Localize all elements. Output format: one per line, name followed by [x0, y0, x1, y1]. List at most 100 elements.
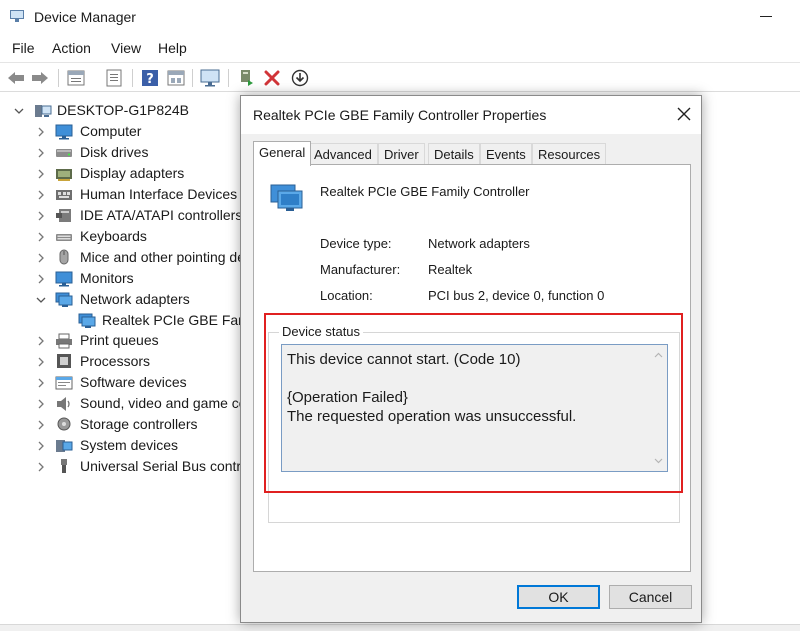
tree-item-hid[interactable]: Human Interface Devices	[0, 185, 244, 205]
status-line: The requested operation was unsuccessful…	[287, 408, 577, 425]
menu-action[interactable]: Action	[52, 40, 91, 56]
ide-controller-icon	[56, 209, 71, 222]
device-status-textbox[interactable]: This device cannot start. (Code 10) {Ope…	[281, 344, 668, 472]
chevron-right-icon[interactable]	[36, 336, 46, 346]
tree-item-ide-controllers[interactable]: IDE ATA/ATAPI controllers	[0, 206, 244, 226]
minimize-button[interactable]	[760, 16, 772, 17]
tree-item-display-adapters[interactable]: Display adapters	[0, 164, 244, 184]
chevron-right-icon[interactable]	[36, 378, 46, 388]
tree-item-label: Realtek PCIe GBE Famil	[102, 312, 244, 328]
svg-text:?: ?	[146, 72, 154, 87]
tree-item-software-devices[interactable]: Software devices	[0, 373, 244, 393]
monitor-icon[interactable]	[200, 68, 220, 88]
tree-item-label: Mice and other pointing de	[80, 249, 244, 265]
scroll-down-icon[interactable]	[654, 456, 663, 465]
chevron-right-icon[interactable]	[36, 274, 46, 284]
general-tab-panel: Realtek PCIe GBE Family Controller Devic…	[253, 164, 691, 572]
window-titlebar: Device Manager	[0, 0, 800, 34]
tree-item-computer[interactable]: Computer	[0, 122, 244, 142]
cancel-button[interactable]: Cancel	[609, 585, 692, 609]
chevron-right-icon[interactable]	[36, 232, 46, 242]
tree-item-disk-drives[interactable]: Disk drives	[0, 143, 244, 163]
tree-item-label: Network adapters	[80, 291, 190, 307]
chevron-right-icon[interactable]	[36, 148, 46, 158]
print-icon[interactable]	[104, 68, 124, 88]
chevron-right-icon[interactable]	[36, 420, 46, 430]
monitor-icon	[55, 271, 73, 287]
menu-view[interactable]: View	[111, 40, 141, 56]
location-value: PCI bus 2, device 0, function 0	[428, 288, 605, 303]
tree-item-label: Computer	[80, 123, 142, 139]
tree-item-print-queues[interactable]: Print queues	[0, 331, 244, 351]
tab-resources[interactable]: Resources	[532, 143, 607, 165]
status-line: This device cannot start. (Code 10)	[287, 351, 521, 368]
back-icon[interactable]	[6, 68, 26, 88]
menu-file[interactable]: File	[12, 40, 35, 56]
tree-item-mice[interactable]: Mice and other pointing de	[0, 248, 244, 268]
status-line: {Operation Failed}	[287, 389, 408, 406]
view-icon[interactable]	[166, 68, 186, 88]
update-driver-icon[interactable]	[236, 68, 256, 88]
tree-item-label: Print queues	[80, 332, 159, 348]
chevron-right-icon[interactable]	[36, 211, 46, 221]
disk-drive-icon	[56, 149, 72, 157]
chevron-down-icon[interactable]	[14, 106, 24, 116]
download-icon[interactable]	[290, 68, 310, 88]
toolbar: ?	[0, 62, 800, 92]
menu-bar: File Action View Help	[0, 37, 800, 59]
network-adapter-icon	[55, 292, 73, 307]
chevron-right-icon[interactable]	[36, 169, 46, 179]
tree-root[interactable]: DESKTOP-G1P824B	[0, 101, 244, 121]
chevron-down-icon[interactable]	[36, 295, 46, 305]
chevron-right-icon[interactable]	[36, 399, 46, 409]
chevron-right-icon[interactable]	[36, 253, 46, 263]
chevron-right-icon[interactable]	[36, 357, 46, 367]
tab-driver[interactable]: Driver	[378, 143, 425, 165]
menu-help[interactable]: Help	[158, 40, 187, 56]
tree-item-keyboards[interactable]: Keyboards	[0, 227, 244, 247]
toolbar-separator	[228, 69, 229, 87]
location-label: Location:	[320, 288, 373, 303]
tab-details[interactable]: Details	[428, 143, 480, 165]
dialog-titlebar: Realtek PCIe GBE Family Controller Prope…	[241, 96, 701, 134]
tree-item-network-adapters[interactable]: Network adapters	[0, 290, 244, 310]
tree-item-monitors[interactable]: Monitors	[0, 269, 244, 289]
mouse-icon	[59, 249, 69, 265]
tree-item-system-devices[interactable]: System devices	[0, 436, 244, 456]
tree-item-label: Monitors	[80, 270, 134, 286]
tree-item-storage-controllers[interactable]: Storage controllers	[0, 415, 244, 435]
tab-events[interactable]: Events	[480, 143, 532, 165]
chevron-right-icon[interactable]	[36, 190, 46, 200]
ok-button[interactable]: OK	[517, 585, 600, 609]
chevron-right-icon[interactable]	[36, 127, 46, 137]
printer-icon	[56, 333, 72, 349]
chevron-right-icon[interactable]	[36, 462, 46, 472]
close-icon[interactable]	[675, 105, 693, 123]
tree-item-label: Storage controllers	[80, 416, 198, 432]
tab-general[interactable]: General	[253, 141, 312, 166]
tree-item-realtek[interactable]: Realtek PCIe GBE Famil	[0, 311, 244, 331]
scroll-up-icon[interactable]	[654, 351, 663, 360]
window-title: Device Manager	[34, 9, 136, 25]
uninstall-icon[interactable]	[262, 68, 282, 88]
tree-item-processors[interactable]: Processors	[0, 352, 244, 372]
forward-icon[interactable]	[30, 68, 50, 88]
tree-item-sound[interactable]: Sound, video and game co	[0, 394, 244, 414]
help-icon[interactable]: ?	[140, 68, 160, 88]
display-adapter-icon	[56, 169, 72, 181]
status-scrollbar[interactable]	[650, 345, 667, 471]
tree-item-label: Disk drives	[80, 144, 149, 160]
tab-advanced[interactable]: Advanced	[308, 143, 378, 165]
status-line	[287, 369, 662, 388]
device-name: Realtek PCIe GBE Family Controller	[320, 184, 530, 199]
properties-icon[interactable]	[66, 68, 86, 88]
tab-strip: General Advanced Driver Details Events R…	[253, 141, 693, 166]
device-status-group: Device status This device cannot start. …	[268, 324, 680, 523]
speaker-icon	[57, 397, 70, 411]
tree-item-label: Keyboards	[80, 228, 147, 244]
device-tree: DESKTOP-G1P824B Computer Disk drives Dis…	[0, 94, 244, 624]
hid-icon	[56, 190, 72, 200]
chevron-right-icon[interactable]	[36, 441, 46, 451]
network-adapter-icon	[270, 184, 303, 211]
tree-item-usb[interactable]: Universal Serial Bus contro	[0, 457, 244, 477]
